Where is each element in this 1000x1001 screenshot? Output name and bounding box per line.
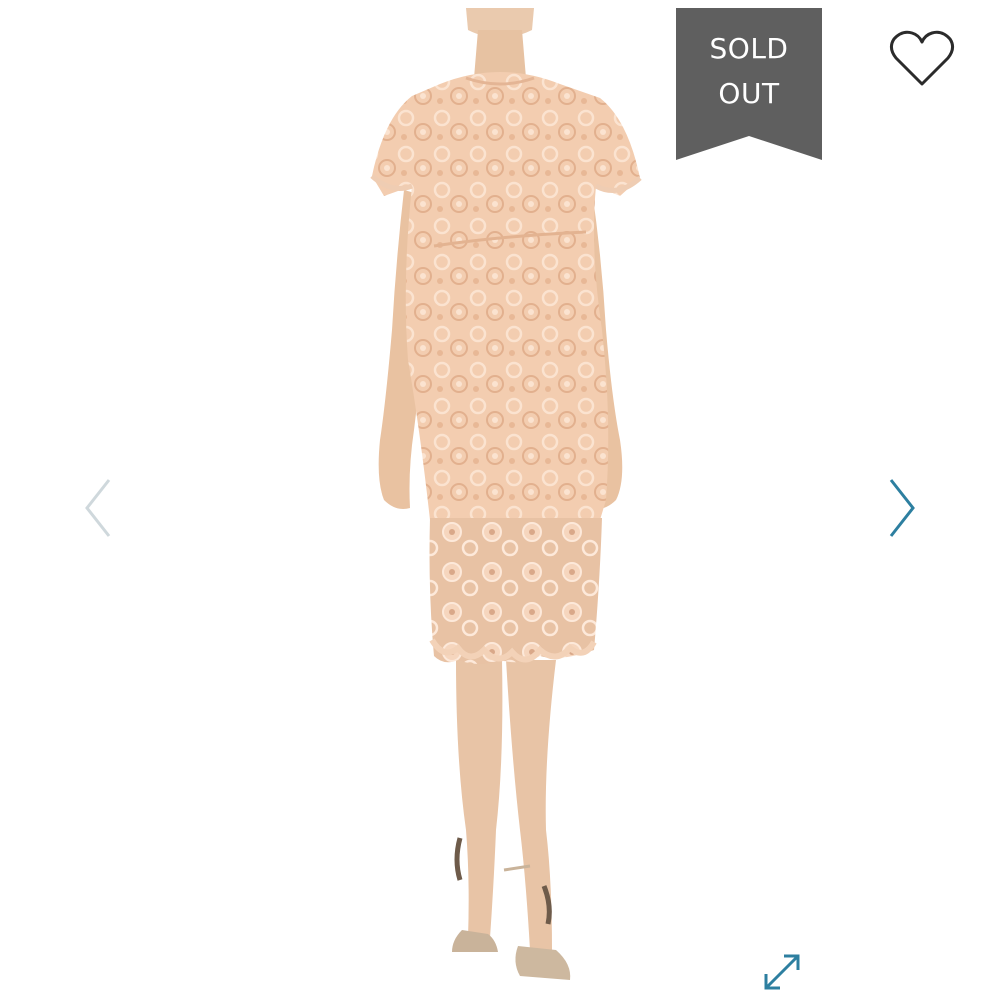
sold-out-line-2: OUT: [718, 77, 780, 110]
previous-image-button[interactable]: [76, 470, 120, 546]
product-image-viewer: SOLD OUT: [0, 0, 1000, 1000]
expand-image-button[interactable]: [758, 948, 806, 996]
chevron-right-icon: [889, 479, 915, 537]
heart-outline-icon: [889, 30, 955, 86]
sold-out-label: SOLD OUT: [676, 26, 822, 116]
next-image-button[interactable]: [880, 470, 924, 546]
like-button[interactable]: [888, 28, 956, 88]
expand-arrows-icon: [764, 954, 800, 990]
sold-out-line-1: SOLD: [709, 32, 789, 65]
product-photo: [370, 8, 642, 980]
chevron-left-icon: [85, 479, 111, 537]
